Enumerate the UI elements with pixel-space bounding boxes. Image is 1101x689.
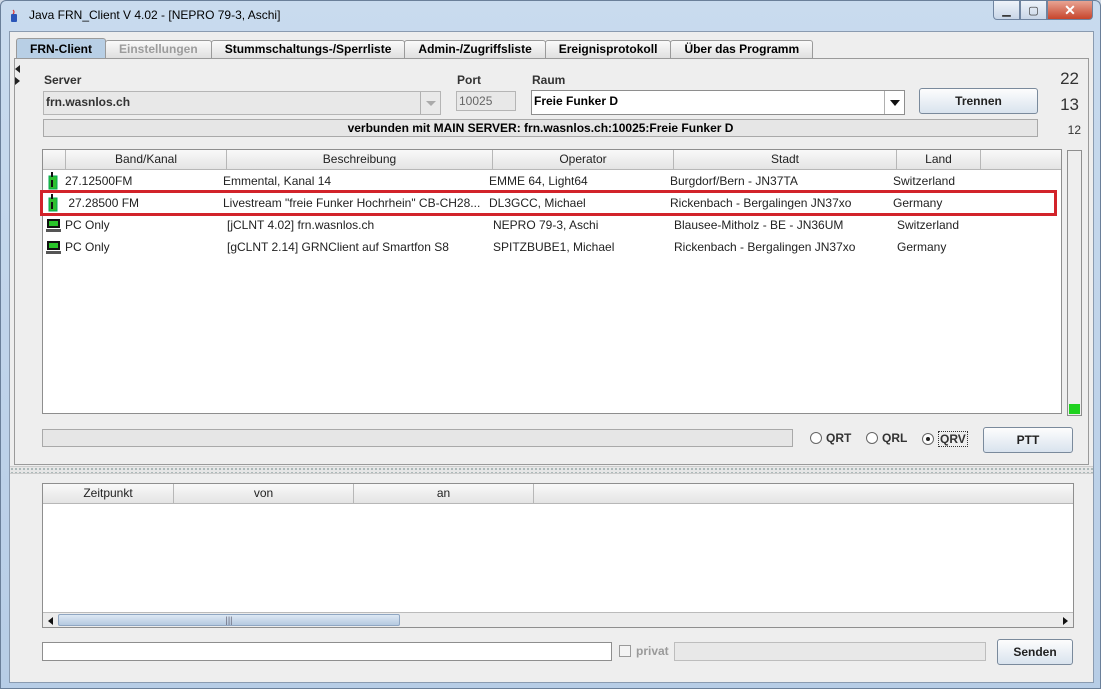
chevron-down-icon xyxy=(425,100,436,106)
table-row[interactable]: 27.12500FM Emmental, Kanal 14 EMME 64, L… xyxy=(43,170,1061,192)
client-area: FRN-Client Einstellungen Stummschaltungs… xyxy=(9,31,1094,683)
table-row[interactable]: PC Only [jCLNT 4.02] frn.wasnlos.ch NEPR… xyxy=(43,214,1061,236)
messages-table-header: Zeitpunkt von an xyxy=(43,484,1073,504)
server-value: frn.wasnlos.ch xyxy=(46,95,131,109)
private-checkbox-box[interactable] xyxy=(619,645,631,657)
server-dropdown-arrow xyxy=(420,92,440,114)
window-title: Java FRN_Client V 4.02 - [NEPRO 79-3, As… xyxy=(29,8,281,22)
java-icon xyxy=(11,9,17,22)
server-label: Server xyxy=(44,73,82,87)
tab-ueber[interactable]: Über das Programm xyxy=(670,40,814,59)
count-third: 12 xyxy=(1067,123,1081,137)
minimize-button[interactable]: ▁ xyxy=(993,1,1020,20)
tab-admin[interactable]: Admin-/Zugriffsliste xyxy=(404,40,546,59)
send-button[interactable]: Senden xyxy=(997,639,1073,665)
clients-table: Band/Kanal Beschreibung Operator Stadt L… xyxy=(42,149,1062,414)
cell-operator: EMME 64, Light64 xyxy=(489,174,588,188)
close-button[interactable]: ✕ xyxy=(1047,1,1093,20)
header-stadt[interactable]: Stadt xyxy=(674,150,897,170)
radio-button-qrv[interactable] xyxy=(922,433,934,445)
scrollbar-thumb[interactable]: ||| xyxy=(58,614,400,626)
radio-button-qrl[interactable] xyxy=(866,432,878,444)
audio-level-meter xyxy=(1067,150,1082,416)
chevron-down-icon xyxy=(889,99,900,106)
radio-button-qrt[interactable] xyxy=(810,432,822,444)
cell-land: Switzerland xyxy=(893,174,956,188)
port-field: 10025 xyxy=(456,91,516,111)
window-controls: ▁ ▢ ✕ xyxy=(993,1,1093,21)
room-value: Freie Funker D xyxy=(534,94,619,108)
tab-ereignisprotokoll[interactable]: Ereignisprotokoll xyxy=(544,40,672,59)
tab-bar: FRN-Client Einstellungen Stummschaltungs… xyxy=(16,38,814,59)
private-label: privat xyxy=(636,644,669,658)
scroll-left-button[interactable] xyxy=(44,615,56,626)
cell-beschreibung: Emmental, Kanal 14 xyxy=(223,174,332,188)
room-combo[interactable]: Freie Funker D xyxy=(531,90,905,115)
cell-stadt: Burgdorf/Bern - JN37TA xyxy=(670,174,798,188)
header-von[interactable]: von xyxy=(174,484,354,504)
mode-qrv[interactable]: QRV xyxy=(922,431,968,447)
cell-land: Switzerland xyxy=(897,218,960,232)
mode-qrt-label: QRT xyxy=(826,431,852,445)
header-beschreibung[interactable]: Beschreibung xyxy=(227,150,493,170)
private-recipient-field xyxy=(674,642,986,661)
cell-operator: SPITZBUBE1, Michael xyxy=(493,240,615,254)
mode-qrv-label: QRV xyxy=(938,431,968,447)
mode-qrl-label: QRL xyxy=(882,431,908,445)
pc-icon xyxy=(46,241,61,254)
split-divider[interactable] xyxy=(10,466,1093,474)
header-an[interactable]: an xyxy=(354,484,534,504)
split-collapse-handle[interactable] xyxy=(15,61,25,466)
cell-stadt: Blausee-Mitholz - BE - JN36UM xyxy=(674,218,844,232)
cell-beschreibung: [jCLNT 4.02] frn.wasnlos.ch xyxy=(227,218,375,232)
clients-table-header: Band/Kanal Beschreibung Operator Stadt L… xyxy=(43,150,1061,170)
tab-einstellungen: Einstellungen xyxy=(105,40,212,59)
connection-status: verbunden mit MAIN SERVER: frn.wasnlos.c… xyxy=(43,119,1038,137)
horizontal-scrollbar[interactable]: ||| xyxy=(43,612,1073,627)
collapse-left-icon xyxy=(15,65,20,73)
audio-level-fill xyxy=(1069,404,1080,414)
header-operator[interactable]: Operator xyxy=(493,150,674,170)
expand-right-icon xyxy=(15,77,20,85)
app-window: Java FRN_Client V 4.02 - [NEPRO 79-3, As… xyxy=(0,0,1101,689)
cell-band: PC Only xyxy=(65,218,110,232)
header-zeitpunkt[interactable]: Zeitpunkt xyxy=(43,484,174,504)
server-field: frn.wasnlos.ch xyxy=(43,91,441,115)
room-dropdown-arrow[interactable] xyxy=(884,91,904,114)
header-band[interactable]: Band/Kanal xyxy=(66,150,227,170)
cell-beschreibung: [gCLNT 2.14] GRNClient auf Smartfon S8 xyxy=(227,240,449,254)
arrow-right-icon xyxy=(1062,616,1068,625)
table-row[interactable]: PC Only [gCLNT 2.14] GRNClient auf Smart… xyxy=(43,236,1061,258)
cell-band: PC Only xyxy=(65,240,110,254)
arrow-left-icon xyxy=(47,616,53,625)
header-land[interactable]: Land xyxy=(897,150,981,170)
count-second: 13 xyxy=(1060,95,1079,114)
progress-bar xyxy=(42,429,793,447)
cell-land: Germany xyxy=(897,240,947,254)
cell-stadt: Rickenbach - Bergalingen JN37xo xyxy=(674,240,856,254)
room-label: Raum xyxy=(532,73,566,87)
selected-row-highlight xyxy=(40,190,1057,216)
scroll-right-button[interactable] xyxy=(1059,615,1071,626)
maximize-button[interactable]: ▢ xyxy=(1020,1,1047,20)
radio-icon xyxy=(48,172,58,190)
pc-icon xyxy=(46,219,61,232)
mode-qrl[interactable]: QRL xyxy=(866,431,907,445)
messages-table: Zeitpunkt von an ||| xyxy=(42,483,1074,628)
tab-frn-client[interactable]: FRN-Client xyxy=(16,38,106,59)
mode-qrt[interactable]: QRT xyxy=(810,431,851,445)
title-bar[interactable]: Java FRN_Client V 4.02 - [NEPRO 79-3, As… xyxy=(1,1,1100,29)
tab-stummschaltung[interactable]: Stummschaltungs-/Sperrliste xyxy=(210,40,406,59)
count-first: 22 xyxy=(1060,69,1079,88)
disconnect-button[interactable]: Trennen xyxy=(919,88,1038,114)
private-checkbox[interactable]: privat xyxy=(619,644,669,658)
cell-operator: NEPRO 79-3, Aschi xyxy=(493,218,599,232)
cell-band: 27.12500FM xyxy=(65,174,133,188)
message-input[interactable] xyxy=(42,642,612,661)
header-icon-col xyxy=(43,150,66,170)
port-label: Port xyxy=(457,73,481,87)
ptt-button[interactable]: PTT xyxy=(983,427,1073,453)
